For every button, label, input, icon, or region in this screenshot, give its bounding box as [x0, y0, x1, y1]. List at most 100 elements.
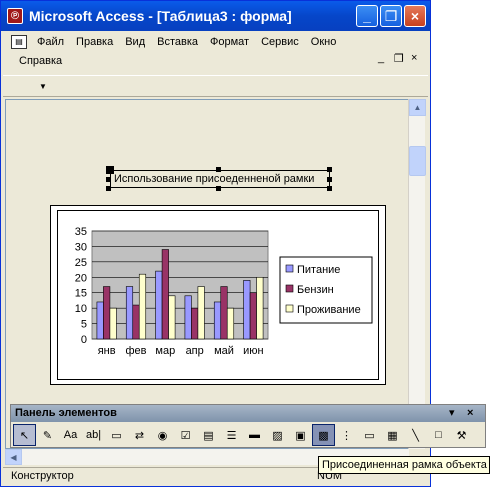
form-document-icon[interactable]: ▤	[11, 35, 27, 49]
chart-x-tick-label: мар	[155, 345, 175, 357]
chart-bar	[109, 307, 117, 340]
minimize-button[interactable]: _	[356, 5, 378, 27]
menu-item-row1-0[interactable]: Файл	[31, 36, 70, 48]
chart-legend-label: Проживание	[297, 304, 361, 316]
resize-handle[interactable]	[216, 167, 221, 172]
resize-handle[interactable]	[327, 167, 332, 172]
chart-y-tick-label: 5	[81, 319, 87, 331]
menu-item-row2-0[interactable]: Справка	[13, 55, 68, 67]
mdi-close-button[interactable]: ×	[411, 52, 417, 64]
chart-bar	[249, 292, 257, 340]
close-button[interactable]: ×	[404, 5, 426, 27]
chart-bar	[103, 286, 111, 340]
chart-y-tick-label: 0	[81, 334, 87, 346]
resize-handle[interactable]	[216, 186, 221, 191]
menu-item-row1-3[interactable]: Вставка	[151, 36, 204, 48]
window-title: Microsoft Access - [Таблица3 : форма]	[29, 8, 292, 24]
subform-tool[interactable]: ▦	[381, 424, 404, 446]
access-app-icon[interactable]: ℗	[7, 8, 23, 24]
chart-bar	[220, 286, 228, 340]
chart-bar	[161, 249, 169, 340]
chart-legend-swatch	[285, 264, 294, 273]
chart-bar	[132, 304, 140, 340]
chart-legend-label: Питание	[297, 264, 340, 276]
maximize-button[interactable]: ❐	[380, 5, 402, 27]
chart-bar	[256, 276, 264, 340]
toolbox-title-bar[interactable]: Панель элементов ▾ ×	[11, 405, 485, 422]
toolbar-options-chevron-icon[interactable]: ▼	[39, 82, 47, 91]
chart-bar	[184, 295, 192, 340]
chart-bar	[138, 273, 147, 340]
scroll-up-button[interactable]: ▲	[409, 99, 426, 116]
title-bar[interactable]: ℗ Microsoft Access - [Таблица3 : форма] …	[1, 1, 430, 31]
chart-bar	[226, 307, 235, 340]
select-objects-tool[interactable]: ↖	[13, 424, 36, 446]
chart-legend-label: Бензин	[297, 284, 334, 296]
chart-x-tick-label: янв	[98, 345, 116, 357]
option-group-tool[interactable]: ▭	[105, 424, 128, 446]
option-button-tool[interactable]: ◉	[151, 424, 174, 446]
chart-x-tick-label: май	[214, 345, 234, 357]
combo-box-tool[interactable]: ▤	[197, 424, 220, 446]
chart-bar	[96, 301, 104, 340]
status-mode: Конструктор	[11, 470, 74, 482]
formatting-toolbar: ▼	[3, 75, 428, 97]
chart-x-tick-label: фев	[125, 345, 146, 357]
more-controls-tool[interactable]: ⚒	[450, 424, 473, 446]
toolbox-palette[interactable]: Панель элементов ▾ × ↖ ✎ Aa ab| ▭ ⇄ ◉ ☑ ▤ ☰ ▬ ▨ ▣ ▩ ⋮ ▭…	[10, 404, 486, 448]
mdi-restore-button[interactable]: ❐	[394, 52, 404, 65]
menu-item-row1-4[interactable]: Формат	[204, 36, 255, 48]
image-tool[interactable]: ▨	[266, 424, 289, 446]
toolbox-menu-icon[interactable]: ▾	[449, 405, 455, 421]
menu-item-row1-1[interactable]: Правка	[70, 36, 119, 48]
tab-control-tool[interactable]: ▭	[358, 424, 381, 446]
resize-handle[interactable]	[327, 177, 332, 182]
bound-object-frame-tool[interactable]: ▩	[312, 424, 335, 446]
mdi-minimize-button[interactable]: _	[378, 52, 384, 64]
move-handle[interactable]	[106, 166, 114, 174]
chart-x-tick-label: апр	[186, 345, 204, 357]
toolbox-tools: ↖ ✎ Aa ab| ▭ ⇄ ◉ ☑ ▤ ☰ ▬ ▨ ▣ ▩ ⋮ ▭ ▦ ╲ □ ⚒	[13, 424, 473, 446]
scroll-left-button[interactable]: ◀	[5, 449, 22, 465]
chart-y-tick-label: 10	[75, 303, 87, 315]
chart-legend-swatch	[285, 284, 294, 293]
chart-bar	[155, 270, 163, 340]
chart-object[interactable]: 0 5 10 15 20 25 30 35 янв фев мар апр май июн Питание Б…	[57, 210, 379, 380]
chart-plot-area	[91, 230, 269, 340]
menu-item-row1-6[interactable]: Окно	[305, 36, 343, 48]
text-box-tool[interactable]: ab|	[82, 424, 105, 446]
menu-item-row1-2[interactable]: Вид	[119, 36, 151, 48]
check-box-tool[interactable]: ☑	[174, 424, 197, 446]
chart-bar	[168, 295, 176, 340]
page-break-tool[interactable]: ⋮	[335, 424, 358, 446]
chart-x-tick-label: июн	[243, 345, 263, 357]
form-design-area[interactable]: Использование присоеденненой рамки 0 5 10 1…	[5, 99, 409, 449]
label-tool[interactable]: Aa	[59, 424, 82, 446]
command-button-tool[interactable]: ▬	[243, 424, 266, 446]
chart-y-tick-label: 25	[75, 257, 87, 269]
resize-handle[interactable]	[106, 186, 111, 191]
menu-item-row1-5[interactable]: Сервис	[255, 36, 305, 48]
resize-handle[interactable]	[106, 177, 111, 182]
vertical-scrollbar[interactable]: ▲	[408, 99, 426, 449]
chart-y-tick-label: 35	[75, 226, 87, 238]
chart-bar	[125, 286, 134, 340]
chart-svg: 0 5 10 15 20 25 30 35 янв фев мар апр май июн Питание Б…	[75, 226, 373, 357]
rectangle-tool[interactable]: □	[427, 424, 450, 446]
toggle-button-tool[interactable]: ⇄	[128, 424, 151, 446]
resize-handle[interactable]	[327, 186, 332, 191]
unbound-object-frame-tool[interactable]: ▣	[289, 424, 312, 446]
bound-object-frame[interactable]: 0 5 10 15 20 25 30 35 янв фев мар апр май июн Питание Б…	[50, 205, 386, 385]
chart-legend-swatch	[285, 304, 294, 313]
list-box-tool[interactable]: ☰	[220, 424, 243, 446]
tooltip: Присоединенная рамка объекта	[318, 456, 490, 474]
toolbox-close-icon[interactable]: ×	[467, 405, 473, 421]
chart-y-tick-label: 20	[75, 272, 87, 284]
chart-bar	[243, 280, 251, 340]
chart-bar	[197, 286, 205, 340]
scroll-thumb[interactable]	[409, 146, 426, 176]
chart-y-tick-label: 30	[75, 241, 87, 253]
line-tool[interactable]: ╲	[404, 424, 427, 446]
chart-y-tick-label: 15	[75, 288, 87, 300]
control-wizards-tool[interactable]: ✎	[36, 424, 59, 446]
